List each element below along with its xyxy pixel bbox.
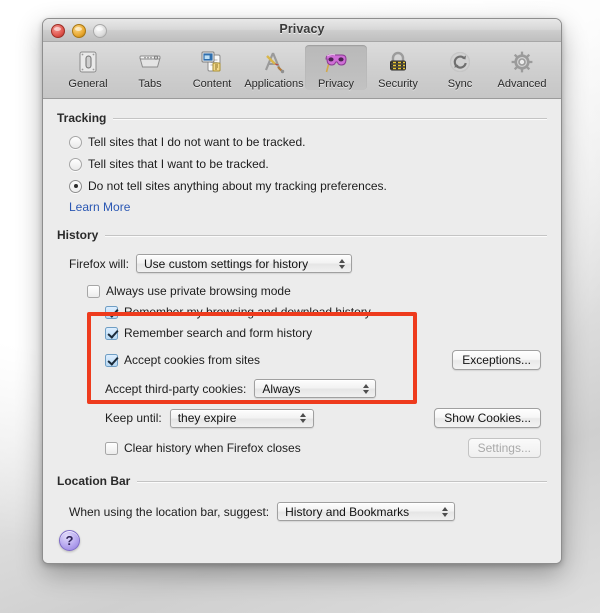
location-bar-divider [137,480,547,482]
third-party-cookies-label: Accept third-party cookies: [105,381,247,396]
third-party-cookies-select[interactable]: Always [254,379,377,398]
radio-no-preference[interactable] [69,179,82,193]
radio-do-not-track[interactable] [69,135,82,149]
third-party-cookies-value: Always [262,381,301,396]
keep-until-label: Keep until: [105,411,162,425]
toolbar-tab-security[interactable]: Security [367,45,429,90]
radio-want-tracked-label: Tell sites that I want to be tracked. [88,157,269,171]
toolbar-tab-content-label: Content [192,78,232,90]
window-titlebar[interactable]: Privacy [43,19,561,42]
tracking-option-track-ok[interactable]: Tell sites that I want to be tracked. [57,157,547,171]
tracking-heading: Tracking [57,111,107,125]
show-cookies-button[interactable]: Show Cookies... [434,408,541,428]
checkbox-private-browsing-label: Always use private browsing mode [106,284,291,298]
general-icon [57,47,119,77]
clear-history-toggle[interactable]: Clear history when Firefox closes [57,441,301,455]
learn-more-link[interactable]: Learn More [69,200,130,214]
chevron-updown-icon [298,410,309,427]
checkbox-clear-history-label: Clear history when Firefox closes [124,441,301,455]
content-icon [181,47,243,77]
clear-history-row: Clear history when Firefox closes Settin… [57,438,547,458]
suggest-value: History and Bookmarks [285,504,410,519]
location-bar-section-header: Location Bar [57,458,547,488]
toolbar-tab-advanced[interactable]: Advanced [491,45,553,90]
location-bar-heading: Location Bar [57,474,131,488]
toolbar-tab-content[interactable]: Content [181,45,243,90]
suggest-row: When using the location bar, suggest: Hi… [57,502,547,521]
tabs-icon [119,47,181,77]
applications-icon [243,47,305,77]
firefox-will-label: Firefox will: [69,256,130,271]
tracking-divider [113,117,547,119]
checkbox-accept-cookies-label: Accept cookies from sites [124,353,261,367]
firefox-will-row: Firefox will: Use custom settings for hi… [57,254,547,273]
advanced-gear-icon [491,47,553,77]
keep-until-value: they expire [177,411,237,425]
toolbar-tab-general[interactable]: General [57,45,119,90]
checkbox-clear-history[interactable] [105,441,118,455]
chevron-updown-icon [439,503,450,520]
history-divider [105,234,547,236]
toolbar-tab-privacy-label: Privacy [317,78,355,90]
keep-until-select[interactable]: they expire [169,408,314,428]
history-section-header: History [57,214,547,242]
radio-want-tracked[interactable] [69,157,82,171]
sync-icon [429,47,491,77]
checkbox-accept-cookies[interactable] [105,353,118,367]
third-party-cookies-row: Accept third-party cookies: Always [57,379,547,398]
toolbar-tab-privacy[interactable]: Privacy [305,45,367,90]
toolbar-tab-sync[interactable]: Sync [429,45,491,90]
chevron-updown-icon [360,380,371,397]
help-button[interactable]: ? [59,530,80,551]
suggest-label: When using the location bar, suggest: [69,504,270,519]
toolbar-tab-general-label: General [68,78,108,90]
firefox-will-value: Use custom settings for history [144,256,309,271]
history-heading: History [57,228,99,242]
accept-cookies-row: Accept cookies from sites Exceptions... [57,350,547,370]
toolbar-tab-security-label: Security [378,78,418,90]
keep-until-row: Keep until: they expire Show Cookies... [57,408,547,428]
window-title: Privacy [279,22,325,36]
checkbox-remember-browsing-label: Remember my browsing and download histor… [124,305,371,319]
checkbox-remember-search-label: Remember search and form history [124,326,313,340]
suggest-select[interactable]: History and Bookmarks [277,502,456,521]
tracking-option-dnt-on[interactable]: Tell sites that I do not want to be trac… [57,135,547,149]
tracking-option-no-pref[interactable]: Do not tell sites anything about my trac… [57,179,547,193]
preferences-content: Tracking Tell sites that I do not want t… [43,99,561,563]
security-lock-icon [367,47,429,77]
firefox-will-select[interactable]: Use custom settings for history [136,254,353,273]
radio-do-not-track-label: Tell sites that I do not want to be trac… [88,135,306,149]
exceptions-button[interactable]: Exceptions... [452,350,541,370]
private-browsing-row[interactable]: Always use private browsing mode [57,284,547,298]
checkbox-remember-search[interactable] [105,326,118,340]
chevron-updown-icon [336,255,347,272]
preferences-toolbar: General Tabs Content Applications Privac… [43,42,561,99]
privacy-mask-icon [305,47,367,77]
remember-search-row[interactable]: Remember search and form history [57,326,547,340]
toolbar-tab-applications-label: Applications [244,78,304,90]
remember-browsing-row[interactable]: Remember my browsing and download histor… [57,305,547,319]
toolbar-tab-sync-label: Sync [447,78,473,90]
radio-no-preference-label: Do not tell sites anything about my trac… [88,179,387,193]
accept-cookies-toggle[interactable]: Accept cookies from sites [57,353,260,367]
settings-button[interactable]: Settings... [467,438,541,458]
toolbar-tab-tabs[interactable]: Tabs [119,45,181,90]
checkbox-private-browsing[interactable] [87,284,100,298]
checkbox-remember-browsing[interactable] [105,305,118,319]
toolbar-tab-advanced-label: Advanced [497,78,547,90]
preferences-window: Privacy General Tabs Content Application… [42,18,562,564]
tracking-section-header: Tracking [57,99,547,125]
toolbar-tab-applications[interactable]: Applications [243,45,305,90]
toolbar-tab-tabs-label: Tabs [138,78,162,90]
